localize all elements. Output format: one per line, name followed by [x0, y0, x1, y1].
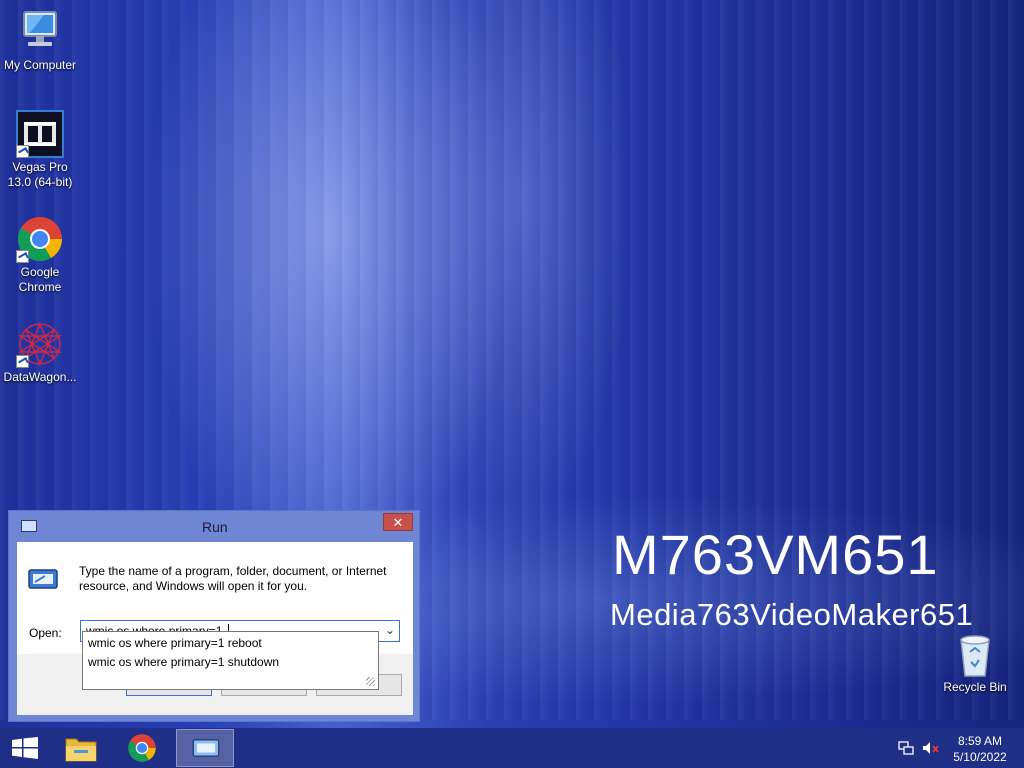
shortcut-arrow-icon — [16, 250, 29, 263]
desktop-icon-my-computer[interactable]: My Computer — [0, 8, 80, 73]
start-icon — [12, 737, 38, 764]
system-clock[interactable]: 8:59 AM 5/10/2022 — [950, 733, 1010, 765]
desktop-icon-google-chrome[interactable]: Google Chrome — [0, 215, 80, 295]
desktop-icon-vegas-pro[interactable]: Vegas Pro 13.0 (64-bit) — [0, 110, 80, 190]
run-app-icon — [21, 520, 37, 532]
file-explorer-button[interactable] — [56, 728, 108, 768]
volume-tray-button[interactable] — [920, 728, 942, 768]
network-tray-button[interactable] — [896, 728, 916, 768]
run-icon — [191, 738, 221, 763]
desktop-icon-label: Google Chrome — [18, 265, 62, 294]
shortcut-arrow-icon — [16, 355, 29, 368]
run-dialog: Run ✕ Type the name of a program, folder… — [8, 510, 420, 722]
recycle-bin-icon — [955, 632, 995, 678]
run-dialog-titlebar[interactable]: Run ✕ — [9, 511, 419, 541]
chrome-taskbar-button[interactable] — [117, 728, 169, 768]
desktop-icon-recycle-bin[interactable]: Recycle Bin — [940, 632, 1010, 694]
recycle-bin-label: Recycle Bin — [943, 680, 1007, 694]
close-icon: ✕ — [392, 515, 404, 530]
network-icon — [898, 741, 914, 760]
run-dialog-title: Run — [202, 519, 228, 535]
volume-muted-icon — [922, 741, 940, 760]
desktop-icon-datawagon[interactable]: DataWagon... — [0, 320, 80, 385]
resize-grip[interactable] — [366, 677, 375, 686]
chrome-icon — [127, 733, 157, 768]
chevron-down-icon[interactable]: ⌄ — [385, 623, 395, 637]
chrome-icon — [16, 215, 64, 263]
run-taskbar-button[interactable] — [176, 729, 234, 767]
clock-date: 5/10/2022 — [953, 750, 1007, 764]
clock-time: 8:59 AM — [957, 734, 1003, 748]
shortcut-arrow-icon — [16, 145, 29, 158]
desktop-icon-label: Vegas Pro 13.0 (64-bit) — [7, 160, 73, 189]
close-button[interactable]: ✕ — [383, 513, 413, 531]
desktop-icon-label: My Computer — [3, 58, 77, 72]
start-button[interactable] — [0, 728, 52, 768]
datawagon-icon — [16, 320, 64, 368]
file-explorer-icon — [64, 733, 98, 768]
computer-icon — [16, 8, 64, 56]
open-label: Open: — [29, 626, 62, 640]
taskbar: 8:59 AM 5/10/2022 — [0, 728, 1024, 768]
autocomplete-item-shutdown[interactable]: wmic os where primary=1 shutdown — [88, 655, 279, 669]
autocomplete-item-reboot[interactable]: wmic os where primary=1 reboot — [88, 636, 262, 650]
film-strip-icon — [16, 110, 64, 158]
run-description: Type the name of a program, folder, docu… — [79, 564, 387, 593]
autocomplete-list: wmic os where primary=1 reboot wmic os w… — [82, 631, 379, 690]
run-program-icon — [27, 568, 59, 590]
desktop-brand-title: M763VM651 — [612, 523, 939, 586]
desktop-icon-label: DataWagon... — [3, 370, 77, 384]
desktop-brand-subtitle: Media763VideoMaker651 — [610, 597, 974, 632]
